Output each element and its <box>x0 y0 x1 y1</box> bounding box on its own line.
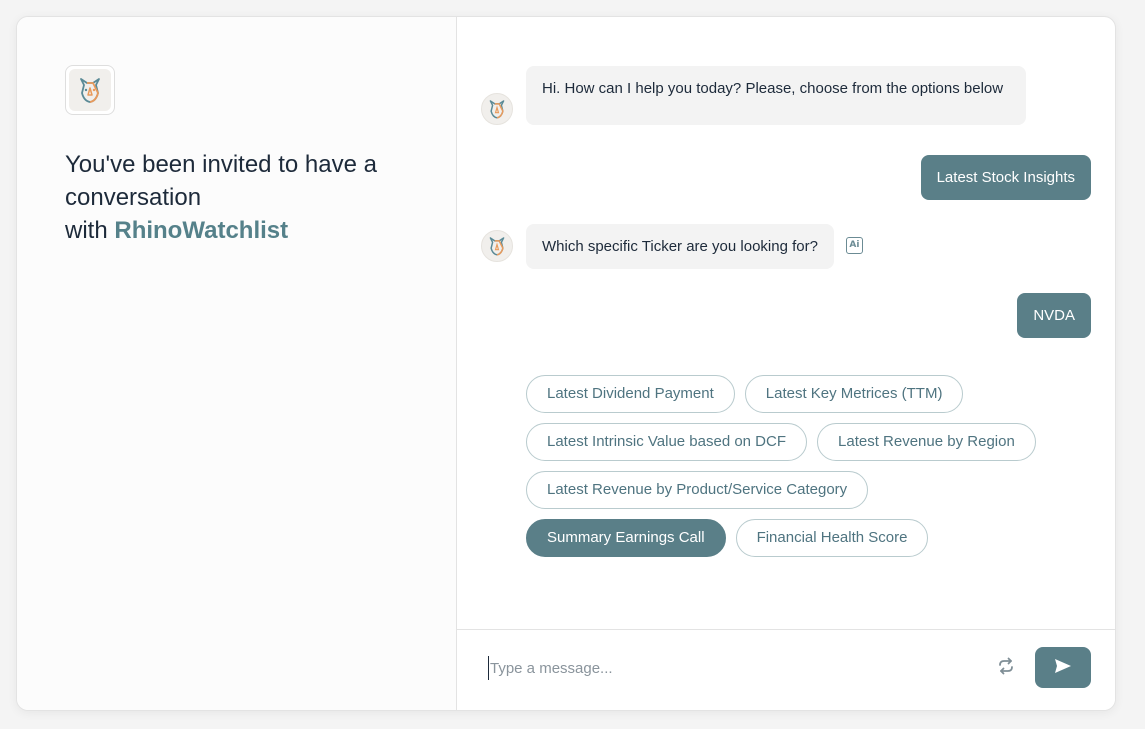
option-latest-key-metrices[interactable]: Latest Key Metrices (TTM) <box>744 375 964 413</box>
invite-panel: You've been invited to have a conversati… <box>17 17 457 710</box>
user-message: Latest Stock Insights <box>920 155 1091 200</box>
rhino-avatar-icon <box>481 93 513 125</box>
rhino-avatar-icon <box>481 230 513 262</box>
user-message-row: Latest Stock Insights <box>481 155 1091 200</box>
invite-line-1: You've been invited to have a conversati… <box>65 151 377 211</box>
option-latest-intrinsic-value[interactable]: Latest Intrinsic Value based on DCF <box>526 423 808 461</box>
chat-panel: Hi. How can I help you today? Please, ch… <box>457 17 1115 710</box>
message-composer <box>457 629 1115 710</box>
bot-message: Which specific Ticker are you looking fo… <box>526 224 834 269</box>
option-summary-earnings-call[interactable]: Summary Earnings Call <box>526 519 726 557</box>
brand-name: RhinoWatchlist <box>114 217 289 244</box>
send-button[interactable] <box>1035 647 1091 688</box>
invite-line-2-prefix: with <box>65 217 115 244</box>
message-input[interactable] <box>488 656 968 680</box>
user-message: NVDA <box>1017 293 1091 338</box>
option-latest-dividend-payment[interactable]: Latest Dividend Payment <box>526 375 735 413</box>
bot-message: Hi. How can I help you today? Please, ch… <box>526 66 1026 125</box>
option-latest-revenue-by-region[interactable]: Latest Revenue by Region <box>817 423 1036 461</box>
ai-icon[interactable]: Ai <box>845 237 863 254</box>
refresh-icon[interactable] <box>997 657 1015 675</box>
user-message-row: NVDA <box>481 293 1091 338</box>
rhino-logo <box>65 65 115 115</box>
chat-widget-card: You've been invited to have a conversati… <box>16 16 1116 711</box>
message-list: Hi. How can I help you today? Please, ch… <box>457 17 1115 631</box>
bot-message-row: Hi. How can I help you today? Please, ch… <box>481 66 1091 125</box>
bot-message-row: Which specific Ticker are you looking fo… <box>481 224 1091 269</box>
send-icon <box>1054 658 1072 677</box>
rhino-logo-icon <box>69 69 111 111</box>
option-latest-revenue-by-product[interactable]: Latest Revenue by Product/Service Catego… <box>526 471 869 509</box>
option-financial-health-score[interactable]: Financial Health Score <box>735 519 929 557</box>
quick-reply-options: Latest Dividend Payment Latest Key Metri… <box>526 375 1066 557</box>
invite-heading: You've been invited to have a conversati… <box>65 148 405 247</box>
